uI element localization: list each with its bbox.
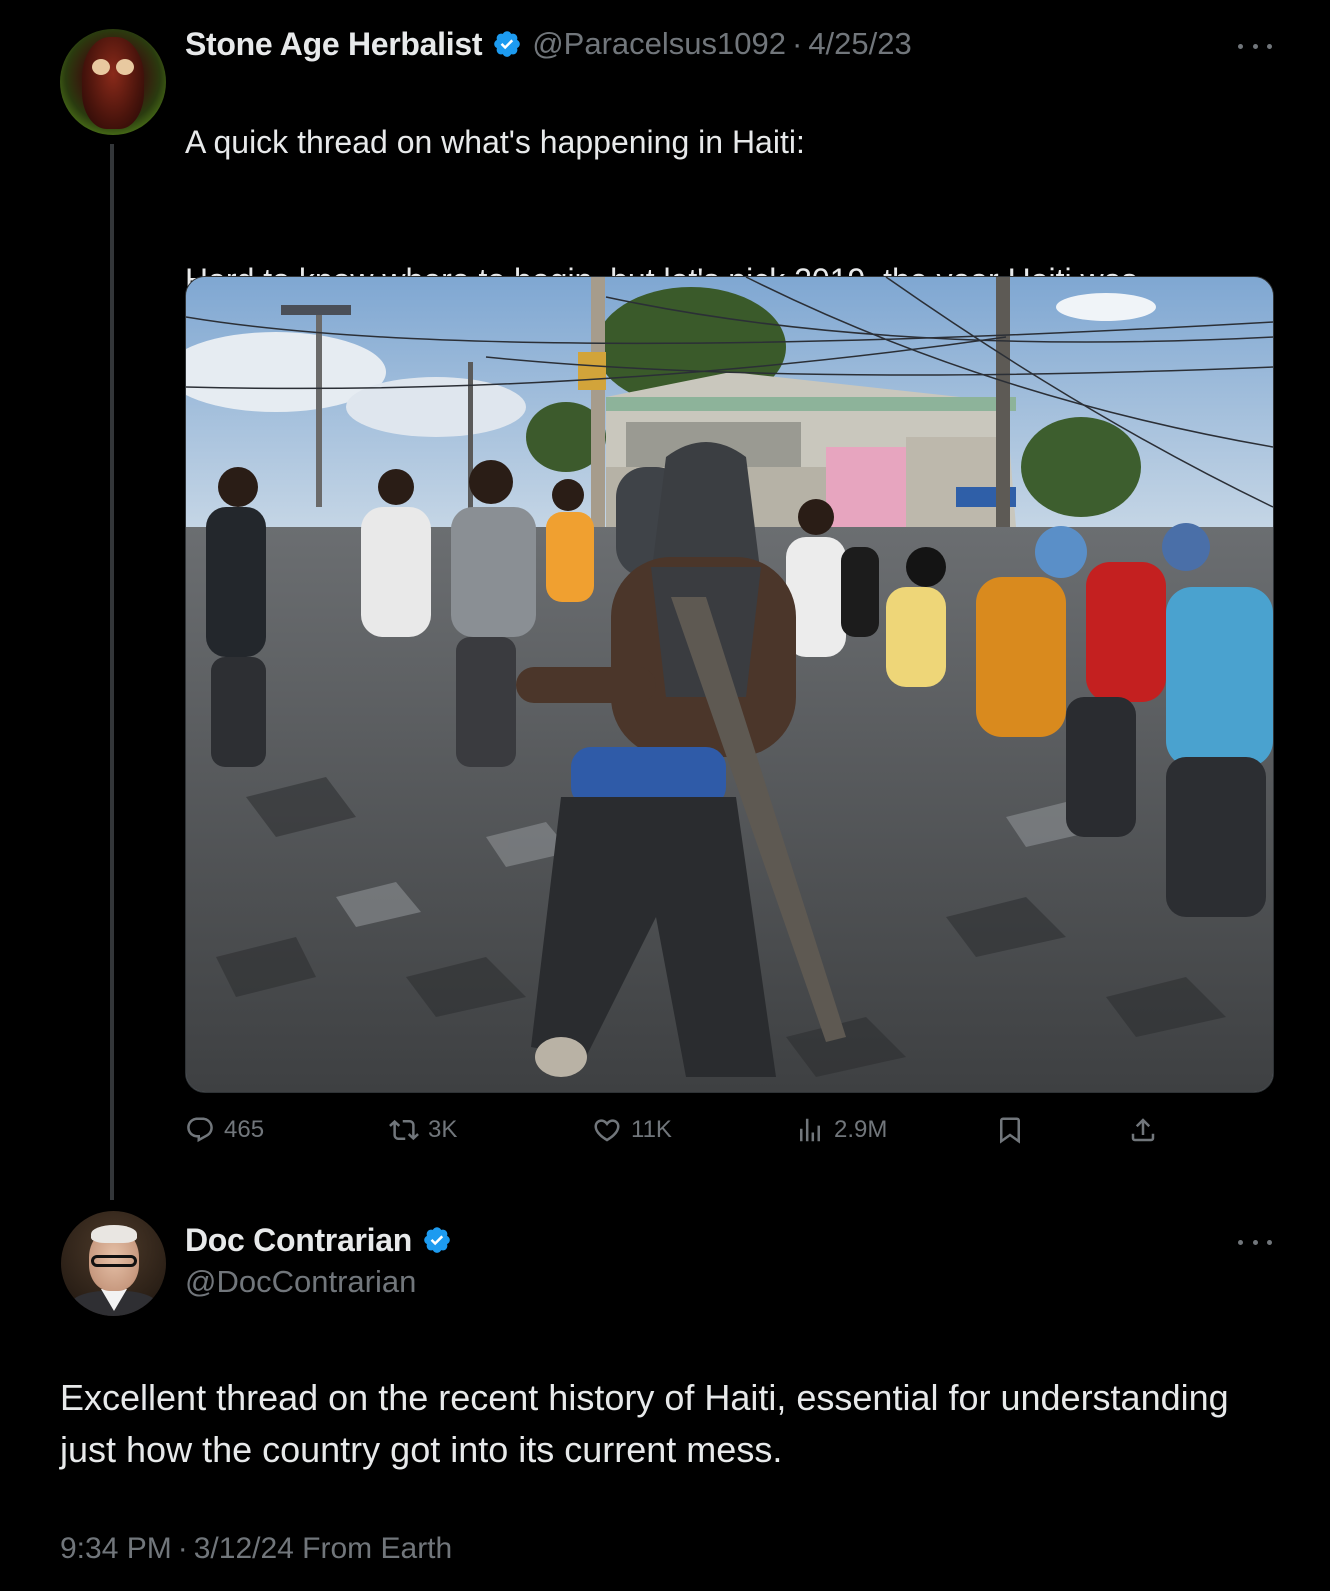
- like-count: 11K: [631, 1116, 672, 1143]
- like-button[interactable]: 11K: [592, 1110, 672, 1150]
- tweet2-text: Excellent thread on the recent history o…: [60, 1377, 1229, 1470]
- more-options-icon[interactable]: [1238, 1232, 1272, 1252]
- tweet2-timestamp[interactable]: 9:34 PM · 3/12/24 From Earth: [60, 1532, 452, 1566]
- views-button[interactable]: 2.9M: [795, 1110, 887, 1150]
- author-handle[interactable]: @DocContrarian: [185, 1264, 416, 1300]
- verified-badge-icon[interactable]: [492, 29, 522, 59]
- tweet-date: 3/12/24: [193, 1532, 294, 1565]
- views-count: 2.9M: [834, 1116, 888, 1143]
- share-button[interactable]: [1128, 1110, 1167, 1150]
- retweet-count: 3K: [428, 1116, 458, 1143]
- author-name[interactable]: Stone Age Herbalist: [185, 26, 482, 63]
- tweet-time: 9:34 PM: [60, 1532, 172, 1565]
- author-handle[interactable]: @Paracelsus1092: [532, 26, 786, 62]
- verified-badge-icon[interactable]: [422, 1225, 452, 1255]
- share-icon: [1131, 1118, 1155, 1142]
- reply-button[interactable]: 465: [185, 1110, 264, 1150]
- reply-icon: [187, 1117, 213, 1143]
- thread-connector-line: [110, 144, 114, 1200]
- avatar-skull-image: [82, 37, 144, 129]
- analytics-icon: [800, 1118, 820, 1142]
- tweet1-header: Stone Age Herbalist @Paracelsus1092 · 4/…: [185, 24, 912, 64]
- retweet-icon: [389, 1119, 419, 1141]
- more-options-icon[interactable]: [1238, 36, 1272, 56]
- tweet2-header: Doc Contrarian: [185, 1220, 462, 1260]
- tweet-location: From Earth: [302, 1532, 453, 1565]
- haiti-street-protest-photo: [186, 277, 1273, 1092]
- reply-count: 465: [224, 1116, 265, 1143]
- tweet-date[interactable]: 4/25/23: [808, 26, 911, 62]
- separator: ·: [177, 1532, 188, 1565]
- retweet-button[interactable]: 3K: [389, 1110, 457, 1150]
- tweet1-photo[interactable]: [185, 276, 1274, 1093]
- avatar-stone-age-herbalist[interactable]: [60, 29, 166, 135]
- tweet1-text-line1: A quick thread on what's happening in Ha…: [185, 124, 805, 160]
- bookmark-icon: [1000, 1117, 1020, 1144]
- author-name[interactable]: Doc Contrarian: [185, 1222, 412, 1259]
- bookmark-button[interactable]: [995, 1110, 1034, 1150]
- avatar-doc-contrarian[interactable]: [61, 1211, 166, 1316]
- heart-icon: [594, 1119, 620, 1142]
- separator: ·: [791, 26, 803, 61]
